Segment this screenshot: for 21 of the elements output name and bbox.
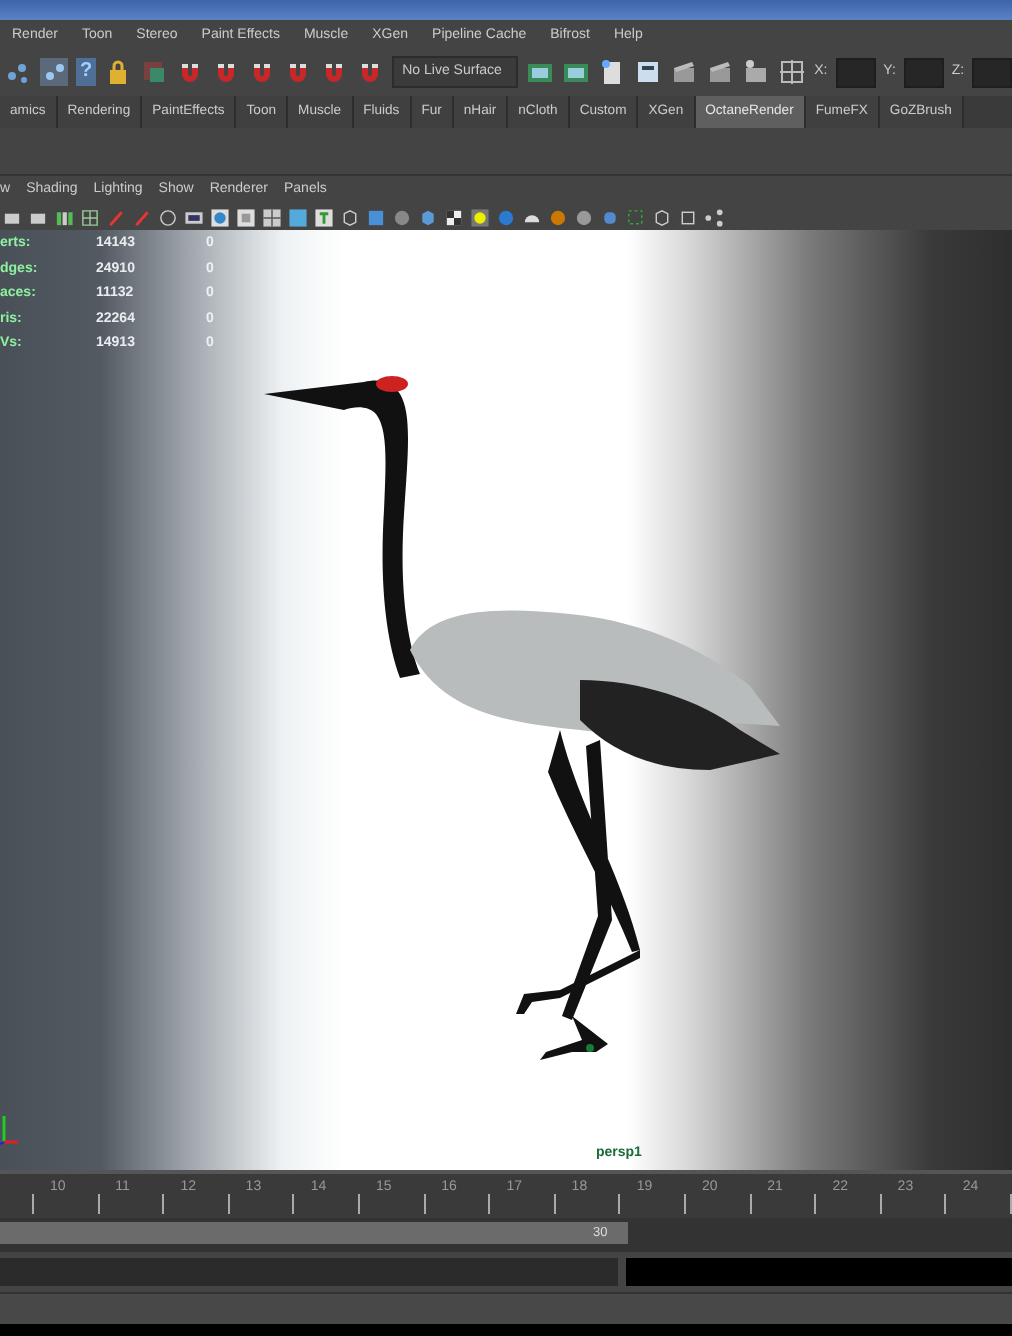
axis-icon [0, 1114, 20, 1146]
share-icon[interactable] [704, 207, 724, 227]
window-icon[interactable] [526, 58, 555, 86]
help-button[interactable]: ? [76, 58, 97, 86]
light-icon[interactable] [470, 207, 490, 227]
film-icon[interactable] [184, 207, 204, 227]
coordinate-field[interactable] [972, 57, 1012, 87]
coordinate-field[interactable] [835, 57, 876, 87]
sphere-icon[interactable] [392, 207, 412, 227]
disc-icon[interactable] [210, 207, 230, 227]
command-field[interactable] [0, 1258, 618, 1286]
dots-icon[interactable] [40, 58, 68, 86]
select-icon[interactable] [626, 207, 646, 227]
window-icon[interactable] [562, 58, 591, 86]
checker-icon[interactable] [444, 207, 464, 227]
bars-icon[interactable] [54, 207, 74, 227]
dots-icon[interactable] [4, 58, 32, 86]
coordinate-field[interactable] [903, 57, 944, 87]
panel-icon[interactable] [634, 58, 663, 86]
square-icon[interactable] [236, 207, 256, 227]
text-icon[interactable] [314, 207, 334, 227]
